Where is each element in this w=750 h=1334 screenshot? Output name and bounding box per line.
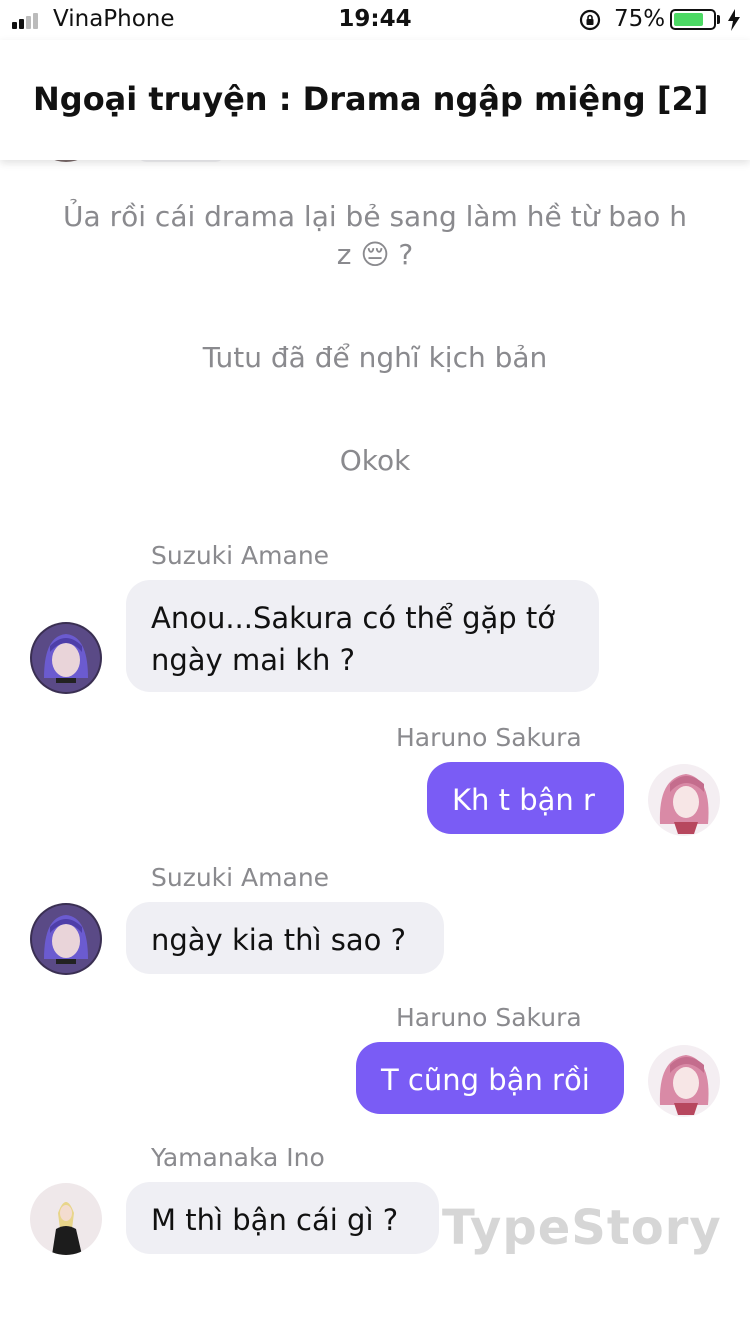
sender-name: Suzuki Amane [151,863,330,892]
purple-hair-avatar-icon[interactable] [30,903,102,975]
sender-name: Haruno Sakura [396,723,582,752]
battery-percent: 75% [614,6,666,32]
narration-text: Ủa rồi cái drama lại bẻ sang làm hề từ b… [63,200,687,271]
watermark-logo: TypeStory [442,1200,722,1256]
sender-name: Haruno Sakura [396,1003,582,1032]
message-bubble: Anou...Sakura có thể gặp tớ ngày mai kh … [126,580,599,692]
message-bubble: M thì bận cái gì ? [126,1182,439,1254]
narration-text: Okok [339,444,411,477]
pink-hair-avatar-icon[interactable] [648,764,720,836]
charging-bolt-icon [728,9,740,31]
page-title: Ngoại truyện : Drama ngập miệng [2] [33,80,709,118]
purple-hair-avatar-icon[interactable] [30,622,102,694]
message-bubble: Kh t bận r [427,762,624,834]
status-bar: VinaPhone 19:44 75% [0,0,750,40]
battery-level-fill [674,13,703,26]
message-bubble: T cũng bận rồi [356,1042,624,1114]
story-header: Ngoại truyện : Drama ngập miệng [2] [0,40,750,160]
blonde-hair-avatar-icon[interactable] [30,1183,102,1255]
battery-icon [670,9,716,30]
pink-hair-avatar-icon[interactable] [648,1045,720,1117]
message-bubble: ngày kia thì sao ? [126,902,444,974]
sender-name: Yamanaka Ino [151,1143,325,1172]
battery-cap [717,15,720,24]
rotation-lock-icon [579,9,601,31]
sender-name: Suzuki Amane [151,541,330,570]
narration-text: Tutu đã để nghĩ kịch bản [202,341,548,374]
